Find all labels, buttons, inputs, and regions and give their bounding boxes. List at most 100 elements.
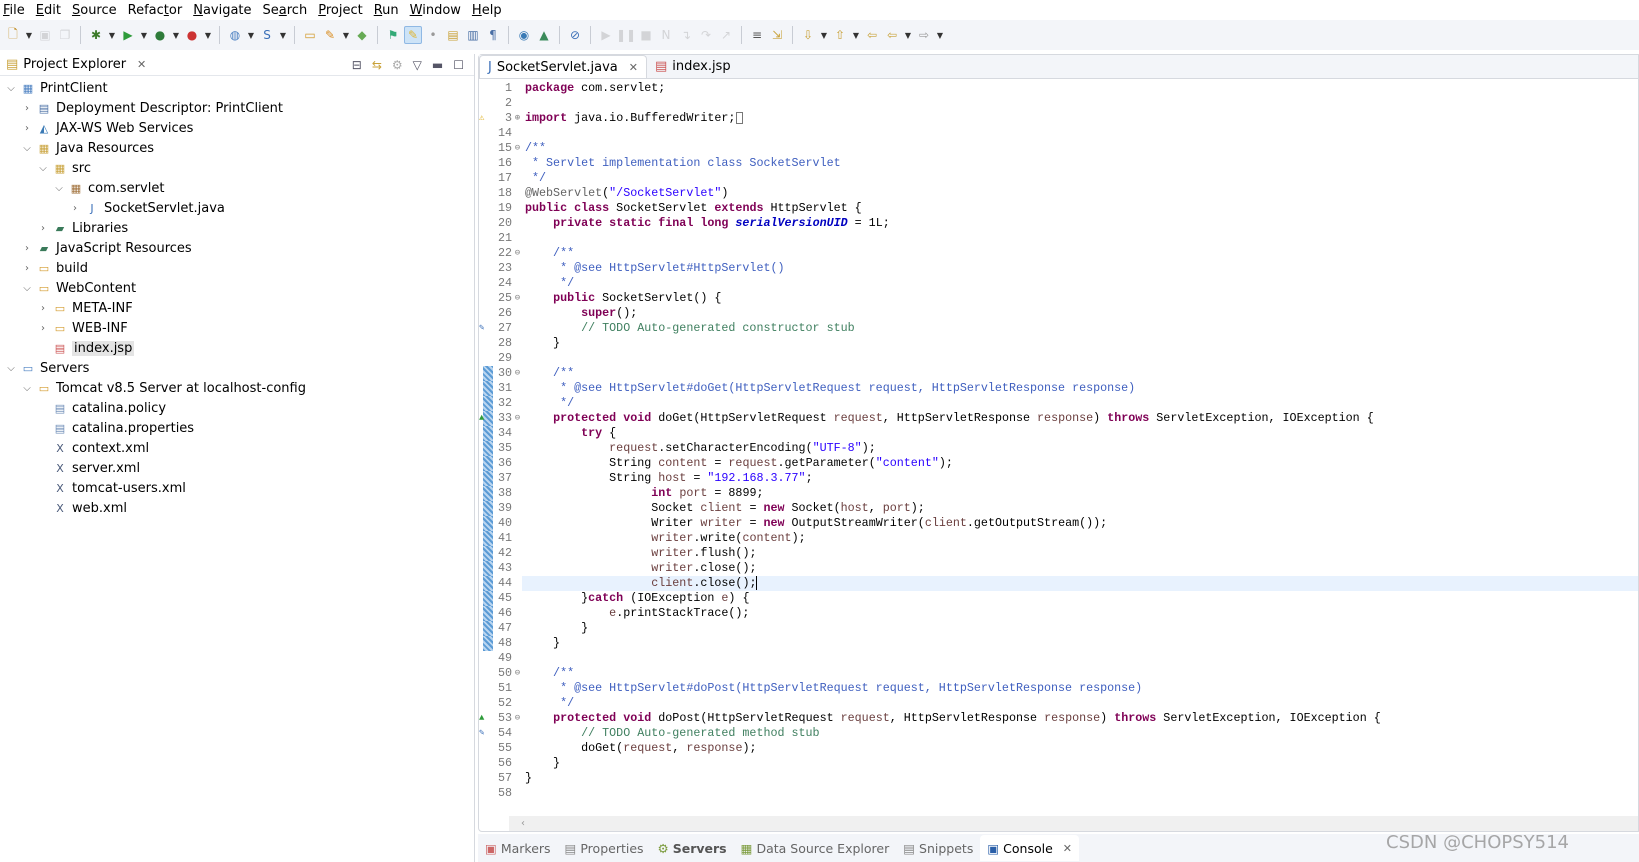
- tab-project-explorer[interactable]: ▤ Project Explorer ✕: [0, 54, 152, 76]
- run-coverage-icon[interactable]: ●: [151, 26, 169, 44]
- chevron-down-icon[interactable]: ⌵: [4, 363, 18, 374]
- tree-item[interactable]: › ▰ Libraries: [0, 218, 474, 238]
- editor-tab[interactable]: ▤ index.jsp: [647, 55, 739, 78]
- tree-item[interactable]: ⌵ ▭ Tomcat v8.5 Server at localhost-config: [0, 378, 474, 398]
- close-icon[interactable]: ✕: [1063, 842, 1072, 855]
- suspend-icon[interactable]: ❚❚: [616, 26, 636, 44]
- menu-Project[interactable]: Project: [315, 3, 371, 18]
- tree-item[interactable]: Xtomcat-users.xml: [0, 478, 474, 498]
- dropdown-arrow-icon[interactable]: ▼: [935, 31, 945, 40]
- step-over-icon[interactable]: ↷: [697, 26, 715, 44]
- dropdown-arrow-icon[interactable]: ▼: [203, 31, 213, 40]
- word-wrap-icon[interactable]: •: [424, 26, 442, 44]
- tree-item[interactable]: ⌵ ▦ src: [0, 158, 474, 178]
- tree-item[interactable]: ▤ catalina.policy: [0, 398, 474, 418]
- new-server-icon[interactable]: ◍: [226, 26, 244, 44]
- tree-item[interactable]: › ▭ build: [0, 258, 474, 278]
- show-whitespace-icon[interactable]: ▥: [464, 26, 482, 44]
- tree-item[interactable]: › ▰ JavaScript Resources: [0, 238, 474, 258]
- dropdown-arrow-icon[interactable]: ▼: [107, 31, 117, 40]
- collapse-fold-icon[interactable]: ⊖: [513, 246, 522, 261]
- tree-item[interactable]: Xweb.xml: [0, 498, 474, 518]
- code-area[interactable]: 1 package com.servlet; 2 ⚠ 3 ⊕ import java.io.…: [479, 81, 1638, 816]
- chevron-right-icon[interactable]: ›: [68, 203, 82, 214]
- menu-File[interactable]: File: [0, 3, 33, 18]
- chevron-right-icon[interactable]: ›: [36, 323, 50, 334]
- save-icon[interactable]: ▣: [36, 26, 54, 44]
- override-icon[interactable]: ▲: [479, 411, 484, 426]
- open-type-icon[interactable]: ▭: [301, 26, 319, 44]
- dropdown-arrow-icon[interactable]: ▼: [24, 31, 34, 40]
- open-project-icon[interactable]: ◆: [353, 26, 371, 44]
- dropdown-arrow-icon[interactable]: ▼: [903, 31, 913, 40]
- tree-item[interactable]: › ▤ Deployment Descriptor: PrintClient: [0, 98, 474, 118]
- dropdown-arrow-icon[interactable]: ▼: [819, 31, 829, 40]
- tab-data-source-explorer[interactable]: ▦ Data Source Explorer: [734, 835, 897, 861]
- collapse-fold-icon[interactable]: ⊖: [513, 141, 522, 156]
- chevron-down-icon[interactable]: ⌵: [20, 143, 34, 154]
- menu-Refactor[interactable]: Refactor: [125, 3, 191, 18]
- tree-item[interactable]: ▤ catalina.properties: [0, 418, 474, 438]
- run-server-icon[interactable]: ▲: [535, 26, 553, 44]
- tree-item[interactable]: › ◭ JAX-WS Web Services: [0, 118, 474, 138]
- new-web-service-icon[interactable]: S: [258, 26, 276, 44]
- view-menu-icon[interactable]: ▽: [413, 58, 422, 72]
- folded-region-icon[interactable]: [736, 111, 744, 124]
- tree-item[interactable]: ▤ index.jsp: [0, 338, 474, 358]
- step-return-icon[interactable]: ↗: [717, 26, 735, 44]
- filters-icon[interactable]: ⚙: [392, 58, 403, 72]
- run-icon[interactable]: ▶: [119, 26, 137, 44]
- tab-snippets[interactable]: ▤ Snippets: [896, 835, 980, 861]
- chevron-down-icon[interactable]: ⌵: [4, 83, 18, 94]
- tree-item[interactable]: ⌵ ▭ WebContent: [0, 278, 474, 298]
- warning-icon[interactable]: ⚠: [479, 111, 484, 126]
- dropdown-arrow-icon[interactable]: ▼: [171, 31, 181, 40]
- disconnect-icon[interactable]: N: [657, 26, 675, 44]
- collapse-fold-icon[interactable]: ⊖: [513, 411, 522, 426]
- globe-icon[interactable]: ◉: [515, 26, 533, 44]
- expand-fold-icon[interactable]: ⊕: [513, 111, 522, 126]
- tab-properties[interactable]: ▤ Properties: [558, 835, 651, 861]
- maximize-icon[interactable]: ☐: [453, 58, 464, 72]
- dropdown-arrow-icon[interactable]: ▼: [851, 31, 861, 40]
- terminate-icon[interactable]: ■: [637, 26, 655, 44]
- close-icon[interactable]: ✕: [629, 61, 638, 74]
- save-all-icon[interactable]: ❐: [56, 26, 74, 44]
- step-into-icon[interactable]: ↴: [677, 26, 695, 44]
- tree-item[interactable]: ⌵ ▦ PrintClient: [0, 78, 474, 98]
- dropdown-arrow-icon[interactable]: ▼: [139, 31, 149, 40]
- menu-Search[interactable]: Search: [260, 3, 316, 18]
- prev-annotation-icon[interactable]: ⇲: [768, 26, 786, 44]
- prev-edit-icon[interactable]: ⇧: [831, 26, 849, 44]
- next-annotation-icon[interactable]: ≡: [748, 26, 766, 44]
- chevron-right-icon[interactable]: ›: [20, 243, 34, 254]
- close-icon[interactable]: ✕: [137, 58, 146, 71]
- mark-occurrences-icon[interactable]: ✎: [404, 26, 422, 44]
- tab-markers[interactable]: ▣ Markers: [478, 835, 558, 861]
- menu-Run[interactable]: Run: [371, 3, 407, 18]
- back-icon[interactable]: ⇦: [883, 26, 901, 44]
- minimize-icon[interactable]: ▬: [432, 58, 443, 72]
- chevron-right-icon[interactable]: ›: [20, 123, 34, 134]
- menu-Source[interactable]: Source: [69, 3, 125, 18]
- dropdown-arrow-icon[interactable]: ▼: [341, 31, 351, 40]
- tree-item[interactable]: › J SocketServlet.java: [0, 198, 474, 218]
- collapse-fold-icon[interactable]: ⊖: [513, 711, 522, 726]
- menu-Help[interactable]: Help: [469, 3, 510, 18]
- collapse-fold-icon[interactable]: ⊖: [513, 366, 522, 381]
- pilcrow-icon[interactable]: ¶: [484, 26, 502, 44]
- forward-icon[interactable]: ⇨: [915, 26, 933, 44]
- chevron-down-icon[interactable]: ⌵: [20, 283, 34, 294]
- last-edit-icon[interactable]: ⇦: [863, 26, 881, 44]
- tab-servers[interactable]: ⚙ Servers: [651, 835, 734, 861]
- toggle-breadcrumb-icon[interactable]: ⚑: [384, 26, 402, 44]
- editor-tab[interactable]: J SocketServlet.java ✕: [479, 55, 647, 78]
- menu-Window[interactable]: Window: [407, 3, 469, 18]
- task-icon[interactable]: ✎: [479, 321, 484, 336]
- new-icon[interactable]: 🗋: [4, 26, 22, 44]
- horizontal-scrollbar[interactable]: ‹: [509, 816, 1638, 831]
- chevron-down-icon[interactable]: ⌵: [36, 163, 50, 174]
- collapse-fold-icon[interactable]: ⊖: [513, 666, 522, 681]
- task-icon[interactable]: ✎: [479, 726, 484, 741]
- external-tools-icon[interactable]: ●: [183, 26, 201, 44]
